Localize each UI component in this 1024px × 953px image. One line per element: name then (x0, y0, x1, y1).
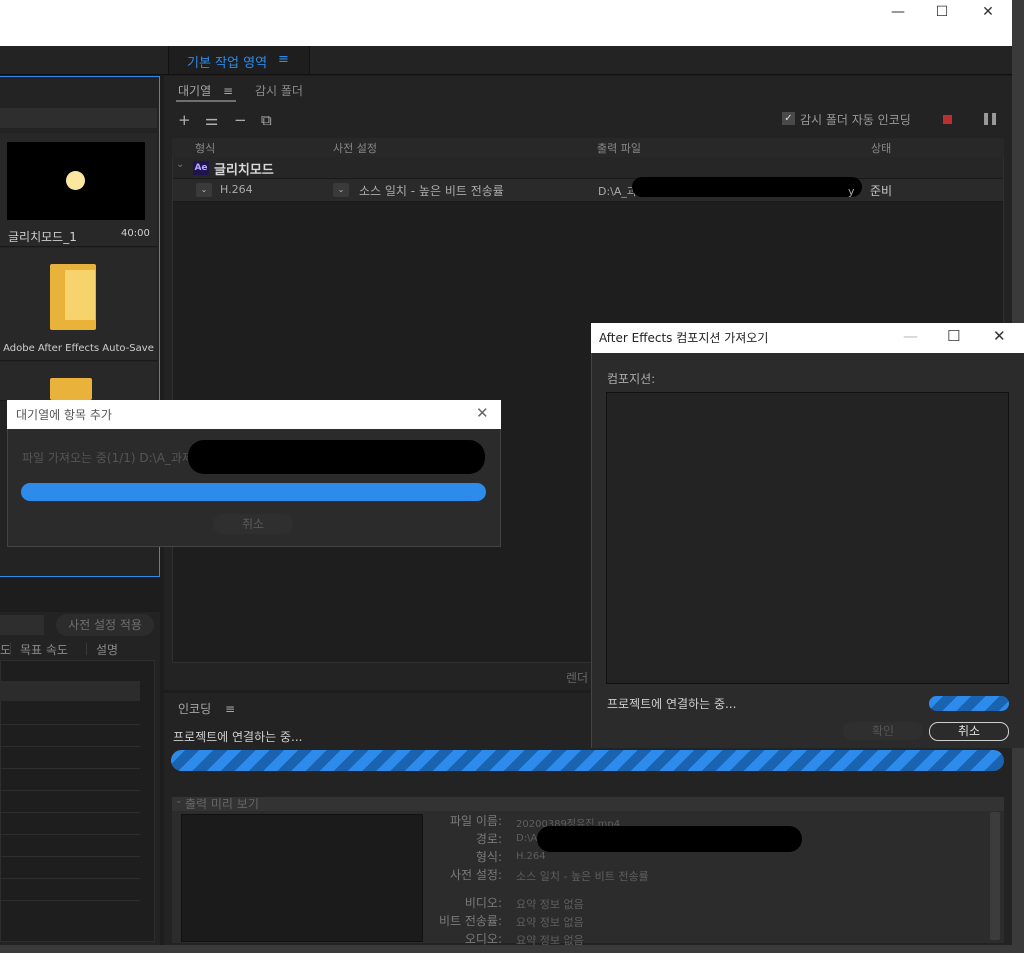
close-icon[interactable]: ✕ (476, 404, 489, 422)
detail-bitrate-value: 요약 정보 없음 (516, 916, 584, 929)
window-bottom-edge (0, 945, 1012, 953)
media-item-name: Adobe After Effects Auto-Save (3, 343, 154, 354)
tab-queue[interactable]: 대기열 ≡ (178, 82, 233, 99)
output-settings-icon[interactable]: ⚌ (205, 111, 218, 129)
queue-item-status: 준비 (870, 184, 893, 198)
tab-encoding[interactable]: 인코딩 ≡ (178, 700, 235, 717)
chevron-down-icon[interactable]: ⌄ (176, 159, 184, 170)
auto-encode-checkbox[interactable]: ✓ (782, 112, 795, 125)
comp-thumbnail-dot (66, 171, 85, 190)
preset-search-input[interactable] (0, 615, 44, 635)
detail-video-value: 요약 정보 없음 (516, 898, 584, 911)
import-progress-bar (21, 483, 486, 501)
title-bar (0, 0, 1012, 46)
ok-button[interactable]: 확인 (843, 722, 923, 740)
chevron-down-icon[interactable]: ⌄ (175, 796, 183, 806)
detail-format-value: H.264 (516, 851, 546, 862)
preset-row-divider (0, 790, 140, 791)
col-description[interactable]: 설명 (96, 641, 118, 658)
detail-path-value: D:\A (516, 833, 538, 844)
preset-row-divider (0, 812, 140, 813)
stop-queue-icon[interactable] (943, 115, 952, 124)
auto-encode-label: 감시 폴더 자동 인코딩 (800, 113, 911, 127)
close-icon[interactable]: ✕ (973, 3, 1003, 21)
add-source-icon[interactable]: + (178, 111, 191, 129)
preset-row-divider (0, 878, 140, 879)
minimize-icon[interactable]: — (883, 3, 913, 21)
detail-path-label: 경로: (475, 832, 502, 846)
col-target-speed[interactable]: 목표 속도 (20, 641, 68, 658)
detail-preset-value: 소스 일치 - 높은 비트 전송률 (516, 870, 649, 883)
queue-item-preset[interactable]: 소스 일치 - 높은 비트 전송률 (359, 182, 504, 199)
connecting-progress-bar (929, 696, 1009, 711)
preset-dropdown-icon[interactable]: ⌄ (333, 183, 349, 197)
queue-item-format[interactable]: H.264 (220, 183, 253, 196)
workspace-bar (0, 46, 1012, 75)
col-divider (86, 643, 87, 655)
tab-active-indicator (176, 100, 236, 102)
add-to-queue-title: 대기열에 항목 추가 (16, 408, 112, 422)
media-item-duration: 40:00 (121, 228, 150, 239)
encoding-status: 프로젝트에 연결하는 중... (173, 730, 303, 744)
tab-queue-label[interactable]: 대기열 (178, 84, 211, 98)
preview-header-label: 출력 미리 보기 (185, 797, 259, 811)
render-label: 렌더 (566, 671, 589, 685)
output-preview-header[interactable]: ⌄ 출력 미리 보기 (172, 796, 1004, 811)
minimize-icon[interactable]: — (903, 327, 918, 345)
col-format[interactable]: 형식 (195, 140, 215, 156)
col-divider (10, 643, 11, 655)
queue-group-row[interactable] (173, 157, 1003, 179)
after-effects-icon: Ae (193, 161, 209, 175)
preset-row-divider (0, 768, 140, 769)
preset-columns: 도 목표 속도 설명 (0, 641, 157, 657)
redaction-mark (632, 177, 862, 197)
preset-row-selected[interactable] (0, 681, 140, 701)
col-output[interactable]: 출력 파일 (597, 140, 641, 156)
workspace-label[interactable]: 기본 작업 영역 (187, 52, 267, 71)
preview-thumbnail (181, 814, 423, 942)
close-icon[interactable]: ✕ (993, 327, 1006, 345)
redaction-mark (188, 440, 485, 474)
maximize-icon[interactable]: ☐ (927, 3, 957, 21)
preset-row-divider (0, 834, 140, 835)
format-dropdown-icon[interactable]: ⌄ (196, 183, 212, 197)
media-item-name: 글리치모드_1 (8, 230, 77, 244)
detail-video-label: 비디오: (464, 896, 502, 910)
tab-menu-icon[interactable]: ≡ (225, 702, 235, 716)
cancel-button[interactable]: 취소 (929, 722, 1009, 741)
folder-icon-front (65, 270, 95, 320)
col-status[interactable]: 상태 (871, 140, 891, 156)
detail-filename-label: 파일 이름: (449, 814, 502, 828)
connecting-status: 프로젝트에 연결하는 중... (607, 697, 737, 711)
workspace-menu-icon[interactable]: ≡ (278, 52, 289, 67)
duplicate-icon[interactable]: ⧉ (261, 111, 272, 129)
folder-icon (50, 378, 92, 400)
tab-menu-icon[interactable]: ≡ (223, 84, 233, 98)
composition-list[interactable] (606, 392, 1009, 684)
encoding-progress-bar (171, 750, 1004, 771)
cancel-button[interactable]: 취소 (213, 514, 293, 534)
queue-group-name: 글리치모드 (214, 163, 274, 178)
preset-row-divider (0, 856, 140, 857)
detail-preset-label: 사전 설정: (449, 868, 502, 882)
composition-label: 컴포지션: (607, 372, 656, 386)
media-browser-path (0, 108, 157, 128)
detail-format-label: 형식: (475, 850, 502, 864)
apply-preset-button[interactable]: 사전 설정 적용 (56, 614, 154, 636)
preset-row-divider (0, 900, 140, 901)
preview-scrollbar[interactable] (990, 812, 1000, 940)
queue-item-output-tail: y (848, 185, 855, 198)
redaction-mark (537, 826, 802, 852)
tab-watch-folders[interactable]: 감시 폴더 (255, 82, 303, 99)
preset-row-divider (0, 746, 140, 747)
col-preset[interactable]: 사전 설정 (333, 140, 377, 156)
remove-icon[interactable]: − (234, 111, 247, 129)
preset-row-divider (0, 724, 140, 725)
detail-bitrate-label: 비트 전송률: (438, 914, 502, 928)
import-progress-message: 파일 가져오는 중(1/1) D:\A_과제 (22, 451, 194, 465)
import-composition-title: After Effects 컴포지션 가져오기 (599, 331, 769, 345)
tab-encoding-label[interactable]: 인코딩 (178, 702, 211, 716)
maximize-icon[interactable]: ☐ (947, 327, 960, 345)
pause-queue-icon[interactable]: ❚❚ (981, 111, 999, 125)
